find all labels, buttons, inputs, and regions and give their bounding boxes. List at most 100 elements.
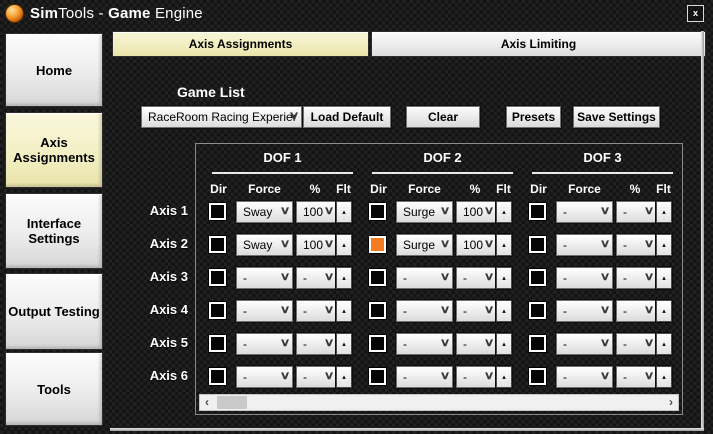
dir-checkbox[interactable] (528, 202, 547, 221)
flt-spinner[interactable]: ▴ (336, 234, 352, 256)
h-scrollbar[interactable]: ‹ › (199, 394, 679, 411)
percent-select[interactable]: 100 ∨ (456, 234, 497, 256)
force-select[interactable]: - ∨ (556, 267, 613, 289)
game-select[interactable]: RaceRoom Racing Experier ∨ (141, 106, 302, 128)
load-default-button[interactable]: Load Default (303, 106, 391, 128)
chevron-down-icon: ∨ (483, 271, 495, 283)
chevron-down-icon: ∨ (643, 205, 655, 217)
flt-spinner[interactable]: ▴ (496, 267, 512, 289)
dir-checkbox[interactable] (528, 301, 547, 320)
percent-select[interactable]: - ∨ (296, 300, 337, 322)
force-select[interactable]: - ∨ (236, 333, 293, 355)
dir-checkbox[interactable] (368, 334, 387, 353)
force-select[interactable]: - ∨ (556, 366, 613, 388)
percent-select[interactable]: 100 ∨ (456, 201, 497, 223)
force-select[interactable]: - ∨ (396, 366, 453, 388)
force-select[interactable]: Surge ∨ (396, 201, 453, 223)
force-select[interactable]: - ∨ (236, 267, 293, 289)
force-select[interactable]: - ∨ (236, 366, 293, 388)
flt-spinner[interactable]: ▴ (656, 234, 672, 256)
chevron-down-icon: ∨ (599, 205, 611, 217)
percent-select[interactable]: - ∨ (616, 201, 657, 223)
sidebar-item-output-testing[interactable]: Output Testing (5, 273, 103, 350)
dir-checkbox[interactable] (208, 301, 227, 320)
dir-checkbox[interactable] (208, 367, 227, 386)
dir-checkbox[interactable] (368, 268, 387, 287)
percent-select[interactable]: - ∨ (456, 333, 497, 355)
force-select[interactable]: - ∨ (556, 300, 613, 322)
dir-checkbox[interactable] (208, 202, 227, 221)
force-select[interactable]: Sway ∨ (236, 234, 293, 256)
clear-button[interactable]: Clear (406, 106, 480, 128)
percent-select[interactable]: - ∨ (456, 366, 497, 388)
app-icon (6, 5, 23, 22)
percent-select[interactable]: 100 ∨ (296, 201, 337, 223)
force-select[interactable]: - ∨ (396, 267, 453, 289)
presets-button[interactable]: Presets (506, 106, 561, 128)
force-select[interactable]: - ∨ (556, 201, 613, 223)
dir-checkbox[interactable] (528, 268, 547, 287)
percent-select[interactable]: - ∨ (616, 333, 657, 355)
spinner-up-icon: ▴ (502, 242, 506, 249)
dir-checkbox[interactable] (368, 301, 387, 320)
chevron-down-icon: ∨ (439, 238, 451, 250)
percent-select[interactable]: - ∨ (616, 234, 657, 256)
flt-spinner[interactable]: ▴ (336, 366, 352, 388)
flt-spinner[interactable]: ▴ (496, 201, 512, 223)
flt-spinner[interactable]: ▴ (496, 300, 512, 322)
sidebar-item-interface-settings[interactable]: Interface Settings (5, 193, 103, 269)
flt-spinner[interactable]: ▴ (656, 300, 672, 322)
percent-select[interactable]: - ∨ (296, 366, 337, 388)
percent-select[interactable]: - ∨ (616, 267, 657, 289)
dir-checkbox[interactable] (368, 367, 387, 386)
percent-select[interactable]: - ∨ (456, 267, 497, 289)
dir-checkbox[interactable] (368, 235, 387, 254)
percent-select[interactable]: - ∨ (456, 300, 497, 322)
percent-select[interactable]: - ∨ (616, 300, 657, 322)
force-select[interactable]: - ∨ (396, 300, 453, 322)
force-select[interactable]: - ∨ (236, 300, 293, 322)
force-select[interactable]: - ∨ (556, 333, 613, 355)
save-settings-button[interactable]: Save Settings (573, 106, 660, 128)
force-select[interactable]: - ∨ (556, 234, 613, 256)
chevron-down-icon: ∨ (439, 304, 451, 316)
dir-checkbox[interactable] (208, 268, 227, 287)
scroll-thumb[interactable] (217, 396, 247, 409)
flt-spinner[interactable]: ▴ (656, 333, 672, 355)
close-icon[interactable]: x (687, 5, 704, 22)
flt-spinner[interactable]: ▴ (336, 333, 352, 355)
percent-select[interactable]: - ∨ (296, 333, 337, 355)
sidebar-item-tools[interactable]: Tools (5, 352, 103, 426)
dir-checkbox[interactable] (528, 235, 547, 254)
percent-select[interactable]: 100 ∨ (296, 234, 337, 256)
sidebar-item-axis-assignments[interactable]: Axis Assignments (5, 112, 103, 188)
chevron-down-icon: ∨ (323, 238, 335, 250)
scroll-right-icon[interactable]: › (664, 395, 678, 410)
percent-select[interactable]: - ∨ (296, 267, 337, 289)
force-select[interactable]: - ∨ (396, 333, 453, 355)
percent-select[interactable]: - ∨ (616, 366, 657, 388)
tab-axis-limiting[interactable]: Axis Limiting (371, 31, 706, 57)
dir-checkbox[interactable] (208, 334, 227, 353)
chevron-down-icon: ∨ (643, 370, 655, 382)
chevron-down-icon: ∨ (279, 304, 291, 316)
flt-spinner[interactable]: ▴ (336, 267, 352, 289)
spinner-up-icon: ▴ (502, 308, 506, 315)
flt-spinner[interactable]: ▴ (496, 366, 512, 388)
dir-checkbox[interactable] (368, 202, 387, 221)
flt-spinner[interactable]: ▴ (496, 234, 512, 256)
flt-spinner[interactable]: ▴ (336, 201, 352, 223)
tab-axis-assignments[interactable]: Axis Assignments (112, 31, 369, 57)
dir-checkbox[interactable] (528, 334, 547, 353)
dir-checkbox[interactable] (528, 367, 547, 386)
flt-spinner[interactable]: ▴ (496, 333, 512, 355)
flt-spinner[interactable]: ▴ (336, 300, 352, 322)
force-select[interactable]: Surge ∨ (396, 234, 453, 256)
flt-spinner[interactable]: ▴ (656, 201, 672, 223)
flt-spinner[interactable]: ▴ (656, 267, 672, 289)
scroll-left-icon[interactable]: ‹ (200, 395, 214, 410)
sidebar-item-home[interactable]: Home (5, 33, 103, 107)
flt-spinner[interactable]: ▴ (656, 366, 672, 388)
force-select[interactable]: Sway ∨ (236, 201, 293, 223)
dir-checkbox[interactable] (208, 235, 227, 254)
